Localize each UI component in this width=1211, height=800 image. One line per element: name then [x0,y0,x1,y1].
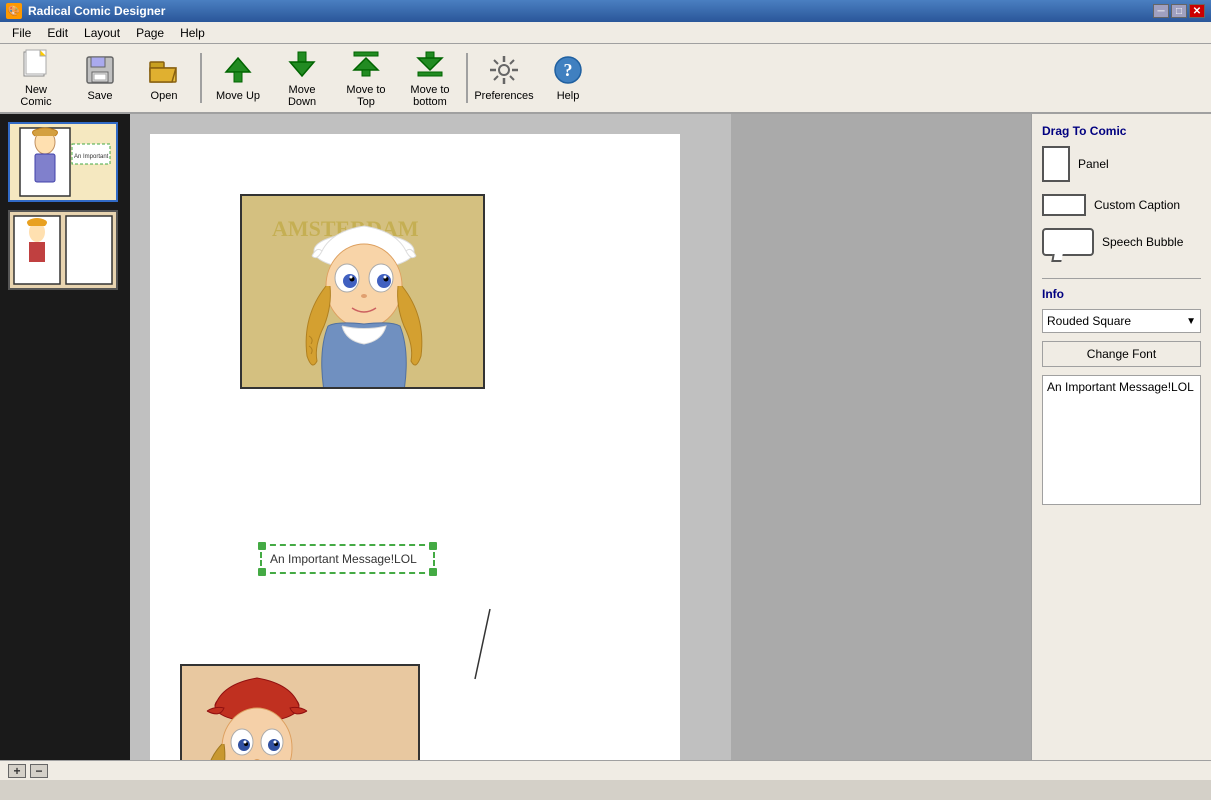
caption-bubble[interactable]: An Important Message!LOL [260,544,435,574]
drag-bubble-icon [1042,228,1094,256]
info-section: Info Rouded Square ▼ Change Font An Impo… [1042,278,1201,505]
open-button[interactable]: Open [134,48,194,108]
move-down-button[interactable]: Move Down [272,48,332,108]
save-label: Save [87,90,112,102]
main-area: An Important [0,114,1211,760]
move-to-top-label: Move to Top [341,84,391,108]
drag-section: Drag To Comic Panel Custom Caption Speec… [1042,124,1201,268]
remove-page-button[interactable]: − [30,764,48,778]
canvas-area[interactable]: AMSTERDAM [130,114,1031,760]
top-panel[interactable]: AMSTERDAM [240,194,485,389]
dropdown-arrow-icon: ▼ [1186,316,1196,327]
menu-layout[interactable]: Layout [76,24,128,42]
preferences-label: Preferences [474,90,533,102]
save-button[interactable]: Save [70,48,130,108]
menu-page[interactable]: Page [128,24,172,42]
caption-text-area[interactable]: An Important Message!LOL [1042,375,1201,505]
svg-text:?: ? [564,60,573,80]
drag-bubble-item[interactable]: Speech Bubble [1042,228,1201,256]
add-page-button[interactable]: + [8,764,26,778]
help-button[interactable]: ? Help [538,48,598,108]
thumbnail-2-image [10,212,116,288]
bottom-panel-inner [182,666,418,760]
move-down-label: Move Down [277,84,327,108]
app-title: Radical Comic Designer [28,4,1153,18]
move-to-bottom-button[interactable]: Move to bottom [400,48,460,108]
dropdown-value: Rouded Square [1047,314,1131,328]
move-up-icon [222,54,254,86]
drag-panel-icon [1042,146,1070,182]
preferences-icon [488,54,520,86]
open-icon [148,54,180,86]
minimize-button[interactable]: ─ [1153,4,1169,18]
open-label: Open [151,90,178,102]
move-to-bottom-icon [414,48,446,80]
drag-caption-icon [1042,194,1086,216]
help-label: Help [557,90,580,102]
menu-edit[interactable]: Edit [39,24,76,42]
thumbnail-panel: An Important [0,114,130,760]
panel-2-artwork [182,666,418,760]
close-button[interactable]: ✕ [1189,4,1205,18]
separator-1 [200,53,202,103]
drag-bubble-label: Speech Bubble [1102,235,1183,249]
thumbnail-1[interactable]: An Important [8,122,118,202]
restore-button[interactable]: □ [1171,4,1187,18]
save-icon [84,54,116,86]
top-panel-inner: AMSTERDAM [242,196,483,387]
new-comic-label: New Comic [11,84,61,108]
change-font-button[interactable]: Change Font [1042,341,1201,367]
toolbar: New Comic Save Open [0,44,1211,114]
panel-1-artwork: AMSTERDAM [242,196,483,387]
corner-dot-tr [429,542,437,550]
drag-section-title: Drag To Comic [1042,124,1201,138]
move-up-label: Move Up [216,90,260,102]
corner-dot-tl [258,542,266,550]
bottom-panel[interactable] [180,664,420,760]
window-controls: ─ □ ✕ [1153,4,1205,18]
menu-help[interactable]: Help [172,24,213,42]
corner-dot-br [429,568,437,576]
drag-caption-item[interactable]: Custom Caption [1042,194,1201,216]
menu-file[interactable]: File [4,24,39,42]
drag-caption-label: Custom Caption [1094,198,1180,212]
help-icon: ? [552,54,584,86]
corner-dot-bl [258,568,266,576]
drag-panel-item[interactable]: Panel [1042,146,1201,182]
move-to-top-icon [350,48,382,80]
thumbnail-1-image: An Important [10,124,116,200]
preferences-button[interactable]: Preferences [474,48,534,108]
thumbnail-2[interactable] [8,210,118,290]
app-icon: 🎨 [6,3,22,19]
right-panel: Drag To Comic Panel Custom Caption Speec… [1031,114,1211,760]
caption-text-content: An Important Message!LOL [1047,380,1194,394]
gray-area [731,114,1031,760]
drag-panel-label: Panel [1078,157,1109,171]
new-comic-icon [20,48,52,80]
shape-dropdown[interactable]: Rouded Square ▼ [1042,309,1201,333]
separator-2 [466,53,468,103]
caption-text: An Important Message!LOL [270,552,417,566]
titlebar: 🎨 Radical Comic Designer ─ □ ✕ [0,0,1211,22]
move-to-top-button[interactable]: Move to Top [336,48,396,108]
move-down-icon [286,48,318,80]
menubar: File Edit Layout Page Help [0,22,1211,44]
svg-text:An Important: An Important [74,154,109,160]
info-section-title: Info [1042,287,1201,301]
move-up-button[interactable]: Move Up [208,48,268,108]
change-font-label: Change Font [1087,347,1156,361]
bottom-bar: + − [0,760,1211,780]
move-to-bottom-label: Move to bottom [405,84,455,108]
new-comic-button[interactable]: New Comic [6,48,66,108]
